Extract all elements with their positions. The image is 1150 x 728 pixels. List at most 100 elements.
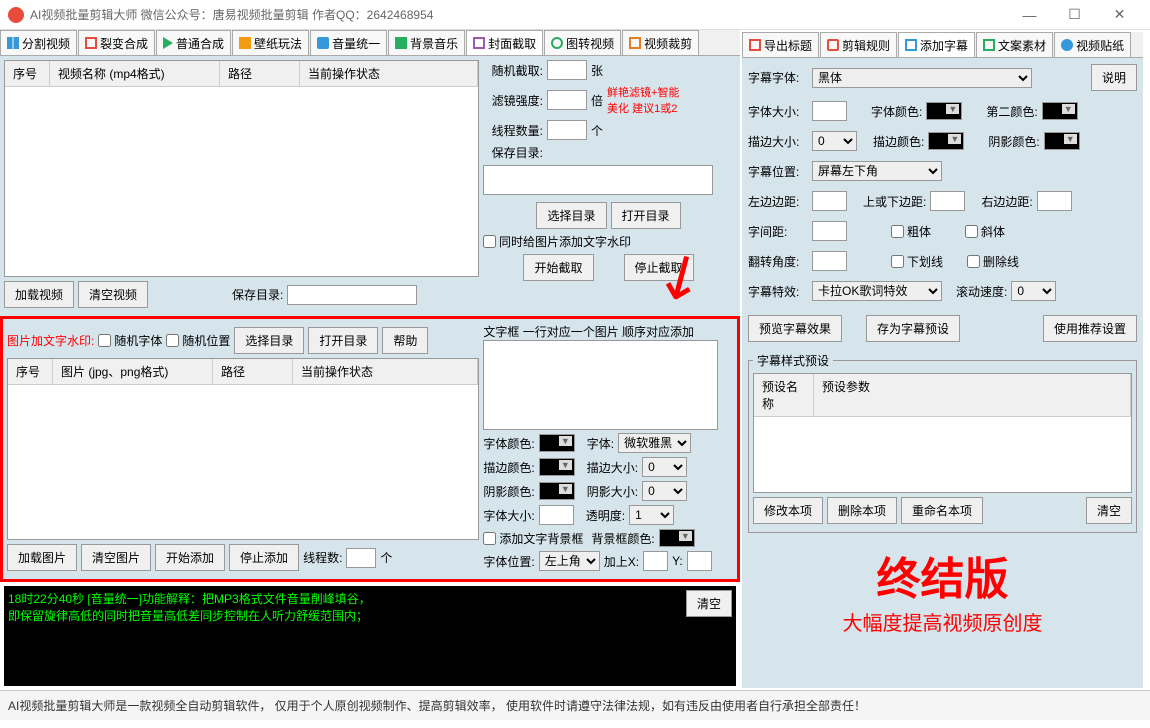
- tab-merge[interactable]: 裂变合成: [78, 30, 155, 55]
- save-dir-input[interactable]: [287, 285, 417, 305]
- rename-preset-button[interactable]: 重命名本项: [901, 497, 983, 524]
- tab-sticker[interactable]: 视频贴纸: [1054, 32, 1131, 57]
- text-lines-textarea[interactable]: [483, 340, 718, 430]
- sub-size-input[interactable]: [812, 101, 847, 121]
- load-video-button[interactable]: 加载视频: [4, 281, 74, 308]
- tab-split[interactable]: 分割视频: [0, 30, 77, 55]
- delete-preset-button[interactable]: 删除本项: [827, 497, 897, 524]
- text-icon: [983, 39, 995, 51]
- scroll-select[interactable]: 0: [1011, 281, 1056, 301]
- shadow-size-select[interactable]: 0: [642, 481, 687, 501]
- sub-color2-picker[interactable]: [1042, 102, 1078, 120]
- sub-stroke-select[interactable]: 0: [812, 131, 857, 151]
- bg-box-check[interactable]: 添加文字背景框: [483, 530, 583, 547]
- save-preset-button[interactable]: 存为字幕预设: [866, 315, 960, 342]
- log-output: 18时22分40秒 [音量统一]功能解释：把MP3格式文件音量削峰填谷， 即保留…: [8, 590, 686, 682]
- sub-pos-select[interactable]: 屏幕左下角: [812, 161, 942, 181]
- preview-sub-button[interactable]: 预览字幕效果: [748, 315, 842, 342]
- stroke-color-picker[interactable]: [539, 458, 575, 476]
- add-watermark-check[interactable]: 同时给图片添加文字水印: [483, 233, 734, 250]
- stop-extract-button[interactable]: 停止截取: [624, 254, 694, 281]
- spacing-input[interactable]: [812, 221, 847, 241]
- crop-icon: [629, 37, 641, 49]
- explain-button[interactable]: 说明: [1091, 64, 1137, 91]
- wm-help[interactable]: 帮助: [382, 327, 428, 354]
- effect-select[interactable]: 卡拉OK歌词特效: [812, 281, 942, 301]
- font-size-input[interactable]: [539, 505, 574, 525]
- font-select[interactable]: 微软雅黑: [618, 433, 691, 453]
- tab-img2vid[interactable]: 图转视频: [544, 30, 621, 55]
- rand-pos-check[interactable]: 随机位置: [166, 332, 230, 349]
- font-color-picker[interactable]: [539, 434, 575, 452]
- footer-text: AI视频批量剪辑大师是一款视频全自动剪辑软件， 仅用于个人原创视频制作、提高剪辑…: [0, 690, 1150, 720]
- clear-preset-button[interactable]: 清空: [1086, 497, 1132, 524]
- clear-video-button[interactable]: 清空视频: [78, 281, 148, 308]
- opacity-select[interactable]: 1: [629, 505, 674, 525]
- rand-count-input[interactable]: [547, 60, 587, 80]
- cover-save-dir[interactable]: [483, 165, 713, 195]
- preset-fieldset: 字幕样式预设 预设名称 预设参数 修改本项 删除本项 重命名本项 清空: [748, 352, 1137, 533]
- promo-banner: 终结版 大幅度提高视频原创度: [748, 543, 1137, 636]
- preset-grid[interactable]: 预设名称 预设参数: [753, 373, 1132, 493]
- rotate-icon: [551, 37, 563, 49]
- merge-icon: [85, 37, 97, 49]
- addx-input[interactable]: [643, 551, 668, 571]
- video-grid[interactable]: 序号 视频名称 (mp4格式) 路径 当前操作状态: [4, 60, 479, 277]
- wm-thread-input[interactable]: [346, 548, 376, 568]
- start-extract-button[interactable]: 开始截取: [523, 254, 593, 281]
- bg-color-picker[interactable]: [659, 529, 695, 547]
- tab-crop[interactable]: 视频裁剪: [622, 30, 699, 55]
- sub-font-select[interactable]: 黑体: [812, 68, 1032, 88]
- underline-check[interactable]: 下划线: [891, 253, 943, 270]
- right-tabs: 导出标题 剪辑规则 添加字幕 文案素材 视频贴纸: [742, 32, 1143, 58]
- top-margin-input[interactable]: [930, 191, 965, 211]
- close-button[interactable]: ✕: [1097, 1, 1142, 29]
- shadow-color-picker[interactable]: [539, 482, 575, 500]
- tab-content[interactable]: 文案素材: [976, 32, 1053, 57]
- rotate-input[interactable]: [812, 251, 847, 271]
- left-margin-input[interactable]: [812, 191, 847, 211]
- sub-shadow-color[interactable]: [1044, 132, 1080, 150]
- wm-title: 图片加文字水印:: [7, 332, 94, 349]
- tab-wallpaper[interactable]: 壁纸玩法: [232, 30, 309, 55]
- tab-subtitle[interactable]: 添加字幕: [898, 32, 975, 57]
- start-add-button[interactable]: 开始添加: [155, 544, 225, 571]
- right-margin-input[interactable]: [1037, 191, 1072, 211]
- pos-select[interactable]: 左上角: [539, 551, 600, 571]
- tab-bgm[interactable]: 背景音乐: [388, 30, 465, 55]
- maximize-button[interactable]: ☐: [1052, 1, 1097, 29]
- music-icon: [395, 37, 407, 49]
- rule-icon: [827, 39, 839, 51]
- stop-add-button[interactable]: 停止添加: [229, 544, 299, 571]
- y-input[interactable]: [687, 551, 712, 571]
- bold-check[interactable]: 粗体: [891, 223, 931, 240]
- modify-preset-button[interactable]: 修改本项: [753, 497, 823, 524]
- log-clear-button[interactable]: 清空: [686, 590, 732, 617]
- tab-rule[interactable]: 剪辑规则: [820, 32, 897, 57]
- use-rec-button[interactable]: 使用推荐设置: [1043, 315, 1137, 342]
- image-grid[interactable]: 序号 图片 (jpg、png格式) 路径 当前操作状态: [7, 358, 479, 540]
- open-dir-button[interactable]: 打开目录: [611, 202, 681, 229]
- left-tabs: 分割视频 裂变合成 普通合成 壁纸玩法 音量统一 背景音乐 封面截取 图转视频 …: [0, 30, 740, 56]
- strikeout-check[interactable]: 删除线: [967, 253, 1019, 270]
- thread-input[interactable]: [547, 120, 587, 140]
- wm-select-dir[interactable]: 选择目录: [234, 327, 304, 354]
- vol-icon: [317, 37, 329, 49]
- tab-volume[interactable]: 音量统一: [310, 30, 387, 55]
- select-dir-button[interactable]: 选择目录: [536, 202, 606, 229]
- sub-stroke-color[interactable]: [928, 132, 964, 150]
- tab-normal[interactable]: 普通合成: [156, 30, 231, 55]
- app-icon: [8, 7, 24, 23]
- clear-image-button[interactable]: 清空图片: [81, 544, 151, 571]
- sub-color-picker[interactable]: [926, 102, 962, 120]
- minimize-button[interactable]: —: [1007, 1, 1052, 29]
- tab-export[interactable]: 导出标题: [742, 32, 819, 57]
- wm-open-dir[interactable]: 打开目录: [308, 327, 378, 354]
- rand-font-check[interactable]: 随机字体: [98, 332, 162, 349]
- italic-check[interactable]: 斜体: [965, 223, 1005, 240]
- stroke-size-select[interactable]: 0: [642, 457, 687, 477]
- load-image-button[interactable]: 加载图片: [7, 544, 77, 571]
- sub-icon: [905, 39, 917, 51]
- filter-input[interactable]: [547, 90, 587, 110]
- tab-cover[interactable]: 封面截取: [466, 30, 543, 55]
